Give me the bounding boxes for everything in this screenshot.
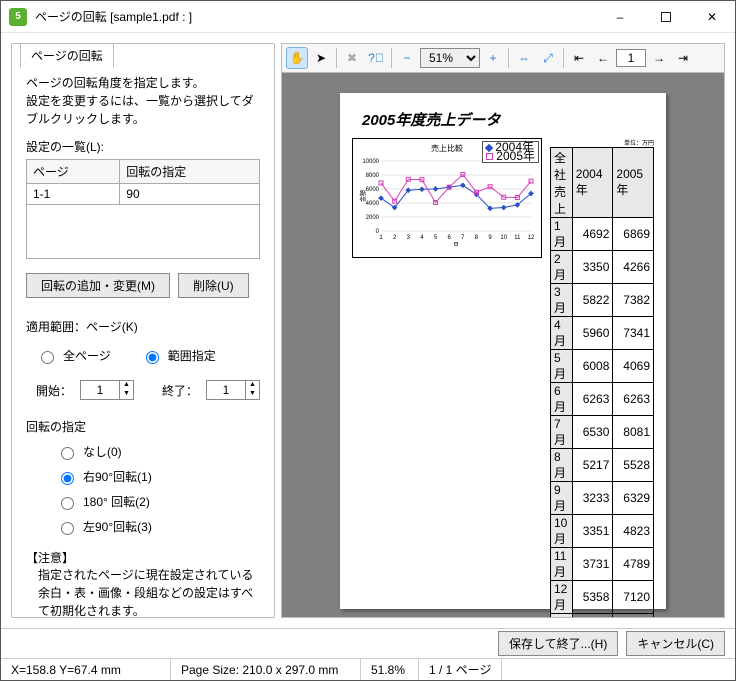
svg-text:月: 月 [453, 242, 459, 246]
svg-text:12: 12 [528, 235, 535, 241]
zoom-in-icon[interactable]: + [482, 47, 504, 69]
note-body: 指定されたページに現在設定されている余白・表・画像・段組などの設定はすべて初期化… [26, 566, 260, 618]
svg-text:11: 11 [514, 235, 521, 241]
svg-text:2000: 2000 [366, 215, 380, 221]
yearly-table: 全社売上2004年2005年1月469268692月335042663月5822… [550, 147, 654, 618]
cancel-button[interactable]: キャンセル(C) [626, 631, 725, 656]
radio-page-range[interactable]: 範囲指定 [141, 347, 216, 364]
help-icon[interactable]: ?⃝ [365, 47, 387, 69]
status-bar: X=158.8 Y=67.4 mm Page Size: 210.0 x 297… [1, 658, 735, 680]
sales-chart: 売上比較 2004年2005年 020004000600080001000012… [352, 138, 542, 258]
svg-text:4000: 4000 [366, 201, 380, 207]
rotation-caption: 回転の指定 [26, 418, 260, 435]
app-logo: 5 [9, 8, 27, 26]
delete-tool-icon[interactable]: ✖ [341, 47, 363, 69]
pointer-tool-icon[interactable]: ➤ [310, 47, 332, 69]
prev-page-icon[interactable]: ← [592, 47, 614, 69]
col-rotation: 回転の指定 [120, 160, 260, 184]
add-change-rotation-button[interactable]: 回転の追加・変更(M) [26, 273, 170, 298]
page-input[interactable] [616, 49, 646, 67]
start-label: 開始： [36, 382, 72, 399]
radio-rot-right-90[interactable]: 右90°回転(1) [56, 468, 260, 485]
titlebar: 5 ページの回転 [sample1.pdf : ] – ✕ [1, 1, 735, 33]
svg-text:9: 9 [488, 235, 492, 241]
svg-text:8000: 8000 [366, 173, 380, 179]
svg-text:7: 7 [461, 235, 465, 241]
svg-text:6000: 6000 [366, 187, 380, 193]
end-page-stepper[interactable]: ▲▼ [206, 380, 260, 400]
fit-page-icon[interactable]: ⤢ [537, 47, 559, 69]
delete-button[interactable]: 削除(U) [178, 273, 249, 298]
svg-text:3: 3 [407, 235, 411, 241]
toolbar: ✋ ➤ ✖ ?⃝ − 51% + ⇔ ⤢ ⇤ ← → ⇥ [281, 43, 725, 73]
description: ページの回転角度を指定します。 設定を変更するには、一覧から選択してダブルクリッ… [26, 74, 260, 128]
save-exit-button[interactable]: 保存して終了...(H) [498, 631, 618, 656]
close-button[interactable]: ✕ [689, 1, 735, 33]
minimize-button[interactable]: – [597, 1, 643, 33]
table-row[interactable]: 1-190 [27, 184, 260, 205]
svg-text:2: 2 [393, 235, 397, 241]
svg-text:4: 4 [420, 235, 424, 241]
next-page-icon[interactable]: → [648, 47, 670, 69]
zoom-out-icon[interactable]: − [396, 47, 418, 69]
scope-caption: 適用範囲：ページ(K) [26, 318, 260, 335]
body: ページの回転 ページの回転角度を指定します。 設定を変更するには、一覧から選択し… [1, 33, 735, 628]
end-label: 終了： [162, 382, 198, 399]
note-heading: 【注意】 [26, 549, 260, 566]
preview-area[interactable]: 2005年度売上データ 売上比較 2004年2005年 020004000600… [281, 73, 725, 618]
col-page: ページ [27, 160, 120, 184]
svg-text:6: 6 [448, 235, 452, 241]
radio-rot-none[interactable]: なし(0) [56, 443, 260, 460]
svg-text:10: 10 [500, 235, 507, 241]
hand-tool-icon[interactable]: ✋ [286, 47, 308, 69]
maximize-button[interactable] [643, 1, 689, 33]
svg-text:金額: 金額 [359, 190, 367, 202]
preview-panel: ✋ ➤ ✖ ?⃝ − 51% + ⇔ ⤢ ⇤ ← → ⇥ [281, 43, 725, 618]
svg-text:5: 5 [434, 235, 438, 241]
status-size: Page Size: 210.0 x 297.0 mm [171, 659, 361, 680]
settings-panel: ページの回転 ページの回転角度を指定します。 設定を変更するには、一覧から選択し… [11, 43, 275, 618]
svg-text:1: 1 [379, 235, 383, 241]
radio-all-pages[interactable]: 全ページ [36, 347, 111, 364]
svg-text:10000: 10000 [362, 159, 379, 165]
window-title: ページの回転 [sample1.pdf : ] [35, 8, 597, 25]
list-caption: 設定の一覧(L): [26, 138, 260, 155]
zoom-dropdown[interactable]: 51% [420, 48, 480, 68]
window: 5 ページの回転 [sample1.pdf : ] – ✕ ページの回転 ページ… [0, 0, 736, 681]
last-page-icon[interactable]: ⇥ [672, 47, 694, 69]
first-page-icon[interactable]: ⇤ [568, 47, 590, 69]
tab-rotation[interactable]: ページの回転 [20, 43, 114, 68]
status-page: 1 / 1 ページ [419, 659, 502, 680]
rotation-list[interactable]: ページ回転の指定 1-190 [26, 159, 260, 259]
svg-text:8: 8 [475, 235, 479, 241]
start-page-stepper[interactable]: ▲▼ [80, 380, 134, 400]
status-zoom: 51.8% [361, 659, 419, 680]
page-preview: 2005年度売上データ 売上比較 2004年2005年 020004000600… [340, 93, 666, 609]
footer: 保存して終了...(H) キャンセル(C) [1, 628, 735, 658]
radio-rot-180[interactable]: 180° 回転(2) [56, 493, 260, 510]
fit-width-icon[interactable]: ⇔ [513, 47, 535, 69]
doc-title: 2005年度売上データ [362, 109, 654, 130]
radio-rot-left-90[interactable]: 左90°回転(3) [56, 518, 260, 535]
status-pos: X=158.8 Y=67.4 mm [1, 659, 171, 680]
